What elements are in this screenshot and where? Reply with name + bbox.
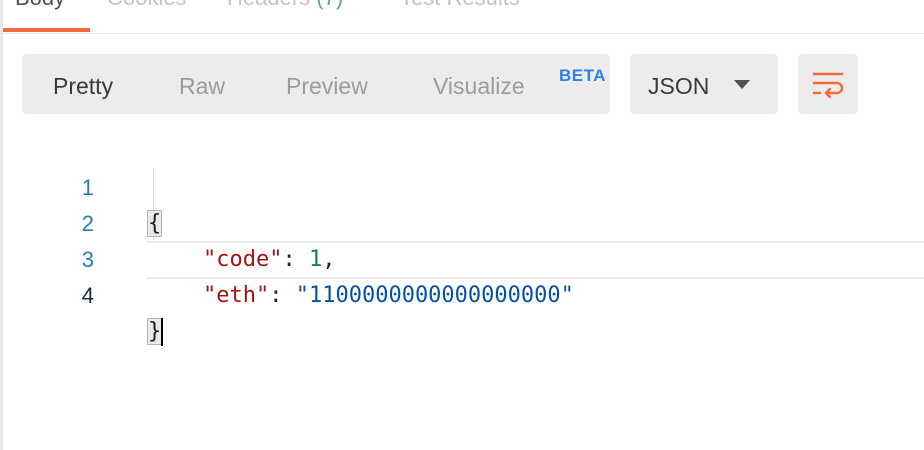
tab-headers[interactable]: Headers (7) <box>227 0 343 12</box>
json-number-value: 1 <box>308 247 323 272</box>
code-line: 1 { <box>0 134 163 237</box>
response-tabs: Body Cookies Headers (7) Test Results <box>0 0 924 34</box>
code-content: "code": 1, <box>203 242 335 278</box>
tab-headers-label: Headers <box>227 0 310 10</box>
response-body-editor[interactable]: 1 { 2 "code": 1, 3 "eth": "1100000000000… <box>0 132 924 346</box>
json-separator: : <box>269 283 296 308</box>
active-tab-indicator <box>3 28 90 32</box>
code-line: 3 "eth": "1100000000000000000" <box>0 206 574 308</box>
beta-badge: BETA <box>559 66 607 85</box>
json-comma: , <box>322 247 336 272</box>
code-content: "eth": "1100000000000000000" <box>203 278 574 314</box>
open-brace: { <box>147 210 163 237</box>
view-preview-button[interactable]: Preview <box>286 72 368 100</box>
code-content: { <box>147 206 163 242</box>
code-line: 4 } <box>0 242 164 346</box>
wrap-lines-button[interactable] <box>798 54 858 114</box>
close-brace: } <box>147 318 163 345</box>
tab-cookies[interactable]: Cookies <box>107 0 186 12</box>
view-mode-group: Pretty Raw Preview Visualize BETA <box>22 54 610 114</box>
code-line: 2 "code": 1, <box>0 170 336 272</box>
response-panel: Body Cookies Headers (7) Test Results Pr… <box>0 0 924 450</box>
json-key: "code" <box>203 247 283 272</box>
json-separator: : <box>282 247 309 272</box>
tab-test-results[interactable]: Test Results <box>400 0 520 12</box>
chevron-down-icon <box>734 80 750 89</box>
wrap-lines-icon <box>812 72 844 99</box>
view-pretty-button[interactable]: Pretty <box>53 72 113 100</box>
view-visualize-button[interactable]: Visualize <box>433 72 525 100</box>
format-select-value: JSON <box>648 73 710 99</box>
view-raw-button[interactable]: Raw <box>179 72 225 100</box>
text-cursor <box>161 318 164 346</box>
line-number: 4 <box>81 283 94 308</box>
format-select[interactable]: JSON <box>630 54 778 114</box>
tab-body[interactable]: Body <box>15 0 65 12</box>
json-string-value: "1100000000000000000" <box>295 283 574 308</box>
code-content: } <box>147 314 164 350</box>
tab-headers-count: (7) <box>316 0 343 10</box>
json-key: "eth" <box>203 283 270 308</box>
